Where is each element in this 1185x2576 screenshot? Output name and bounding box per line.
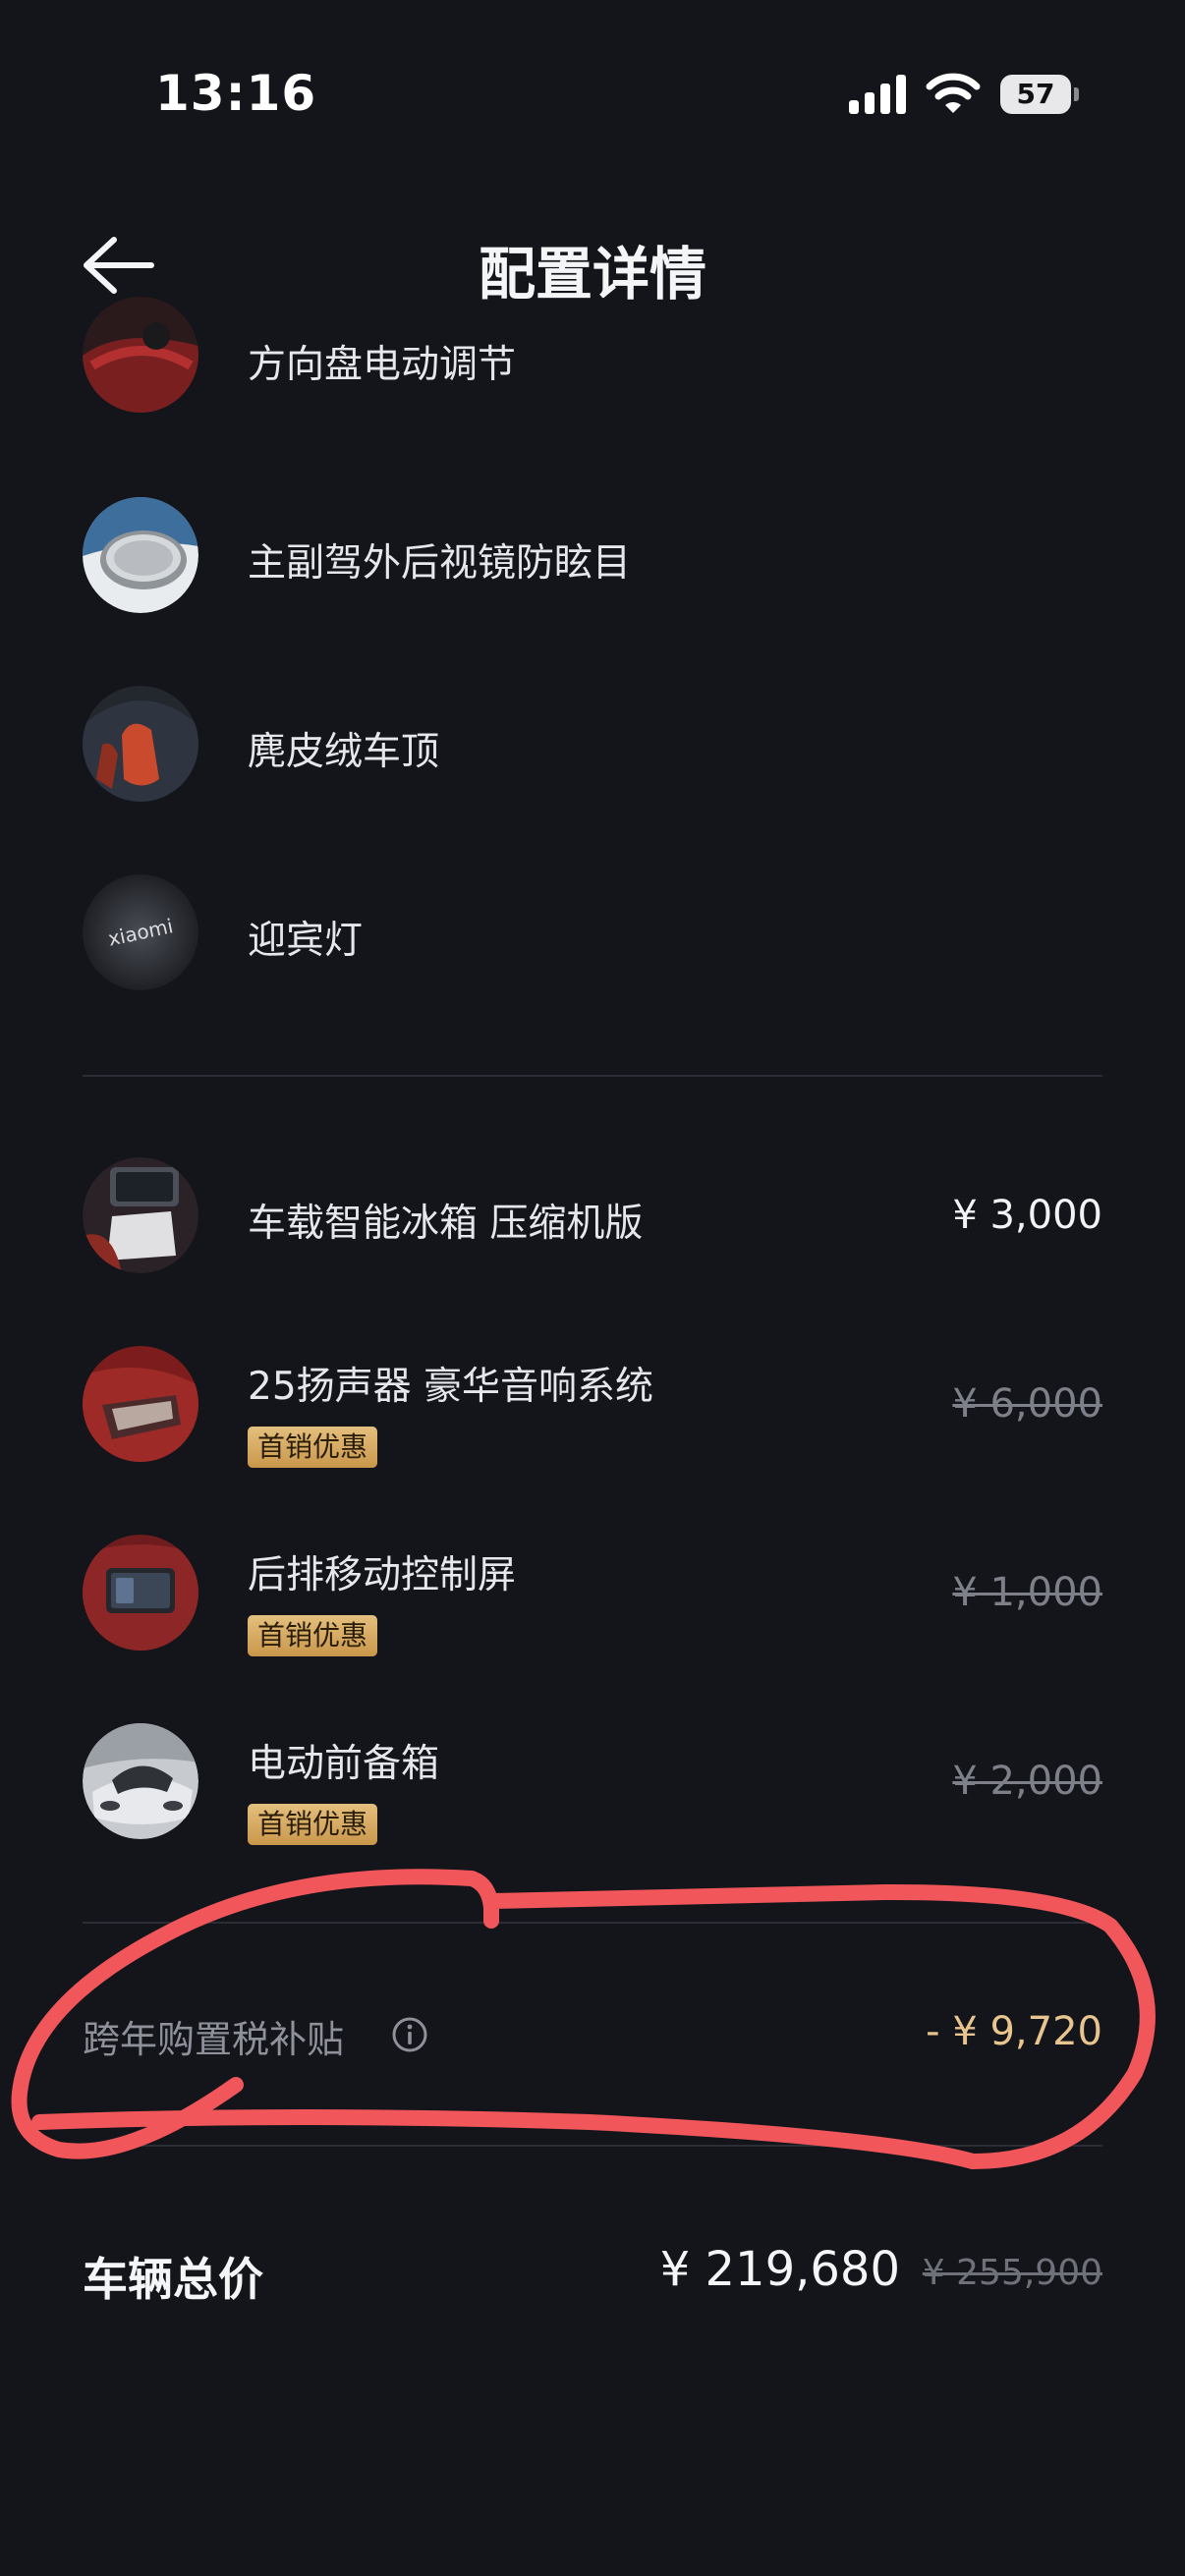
item-name: 主副驾外后视镜防眩目: [248, 541, 632, 586]
list-item: 电动前备箱 首销优惠 ¥ 2,000: [83, 1723, 1102, 1861]
speaker-system-thumbnail: [83, 1346, 198, 1462]
list-item: 麂皮绒车顶: [83, 686, 1102, 823]
status-bar: 13:16 57: [0, 0, 1185, 196]
promo-badge: 首销优惠: [248, 1804, 378, 1845]
list-item: 方向盘电动调节: [83, 297, 1102, 444]
wifi-icon: [926, 73, 981, 113]
divider: [83, 1922, 1102, 1924]
battery-level: 57: [1016, 78, 1055, 110]
item-price: ¥ 2,000: [952, 1759, 1102, 1804]
list-item: 后排移动控制屏 首销优惠 ¥ 1,000: [83, 1535, 1102, 1672]
cellular-signal-icon: [849, 75, 906, 114]
total-price-label: 车辆总价: [83, 2253, 263, 2306]
list-item: xiaomi 迎宾灯: [83, 874, 1102, 1012]
item-name: 迎宾灯: [248, 919, 364, 963]
total-price-value: ¥ 219,680: [659, 2242, 900, 2297]
side-mirror-thumbnail: [83, 497, 198, 613]
item-price: ¥ 6,000: [952, 1381, 1102, 1427]
battery-icon: 57: [1000, 75, 1081, 116]
divider: [83, 2145, 1102, 2147]
item-name: 电动前备箱: [248, 1742, 440, 1786]
page-title: 配置详情: [478, 241, 706, 308]
list-item: 25扬声器 豪华音响系统 首销优惠 ¥ 6,000: [83, 1346, 1102, 1484]
item-name: 后排移动控制屏: [248, 1553, 517, 1597]
total-original-price: ¥ 255,900: [922, 2253, 1102, 2293]
subsidy-value: - ¥ 9,720: [926, 2009, 1102, 2054]
front-trunk-thumbnail: [83, 1723, 198, 1839]
list-item: 主副驾外后视镜防眩目: [83, 497, 1102, 635]
item-name: 方向盘电动调节: [248, 343, 517, 387]
car-fridge-thumbnail: [83, 1157, 198, 1273]
steering-wheel-thumbnail: [83, 297, 198, 413]
divider: [83, 1075, 1102, 1077]
status-time: 13:16: [155, 65, 317, 122]
item-name: 车载智能冰箱 压缩机版: [248, 1202, 644, 1246]
promo-badge: 首销优惠: [248, 1615, 378, 1656]
welcome-light-thumbnail: xiaomi: [83, 874, 198, 990]
promo-badge: 首销优惠: [248, 1427, 378, 1468]
rear-screen-thumbnail: [83, 1535, 198, 1651]
item-name: 麂皮绒车顶: [248, 730, 440, 774]
suede-roof-thumbnail: [83, 686, 198, 802]
subsidy-label: 跨年购置税补贴: [83, 2018, 345, 2061]
item-name: 25扬声器 豪华音响系统: [248, 1365, 654, 1409]
info-icon[interactable]: [391, 2016, 428, 2053]
item-price: ¥ 3,000: [952, 1193, 1102, 1238]
list-item: 车载智能冰箱 压缩机版 ¥ 3,000: [83, 1157, 1102, 1295]
item-price: ¥ 1,000: [952, 1570, 1102, 1615]
